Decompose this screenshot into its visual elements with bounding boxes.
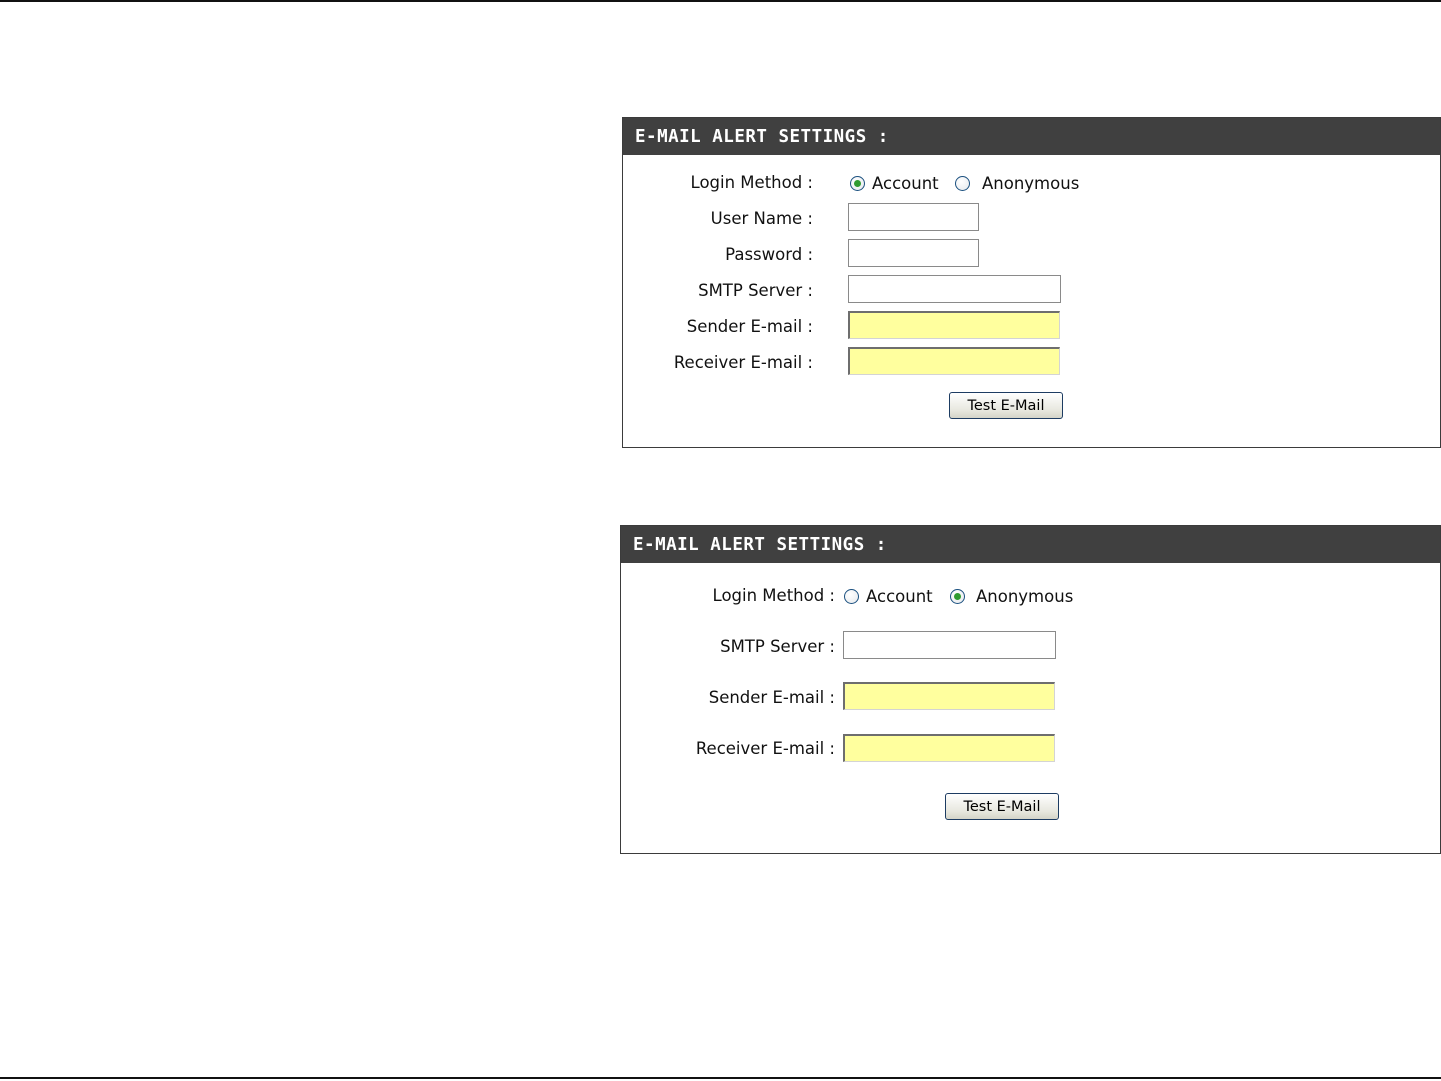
user-name-label: User Name : (710, 209, 813, 228)
login-method-label: Login Method : (690, 173, 813, 192)
smtp-server-input[interactable] (848, 275, 1061, 303)
sender-email-label: Sender E-mail : (686, 317, 813, 336)
login-method-label: Login Method : (712, 586, 835, 605)
top-rule (0, 0, 1441, 2)
password-input[interactable] (848, 239, 979, 267)
panel-title: E-MAIL ALERT SETTINGS : (621, 526, 1440, 563)
sender-email-input[interactable] (843, 682, 1055, 710)
smtp-server-label: SMTP Server : (698, 281, 813, 300)
sender-email-input[interactable] (848, 311, 1060, 339)
email-alert-settings-panel-anonymous: E-MAIL ALERT SETTINGS : Login Method : A… (620, 525, 1441, 854)
panel-title: E-MAIL ALERT SETTINGS : (623, 118, 1440, 155)
receiver-email-label: Receiver E-mail : (673, 353, 813, 372)
receiver-email-input[interactable] (848, 347, 1060, 375)
radio-account[interactable] (850, 176, 865, 191)
radio-anonymous[interactable] (950, 589, 965, 604)
email-alert-settings-panel-account: E-MAIL ALERT SETTINGS : Login Method : A… (622, 117, 1441, 448)
test-email-button[interactable]: Test E-Mail (949, 392, 1063, 419)
radio-selected-dot (854, 180, 861, 187)
radio-account[interactable] (844, 589, 859, 604)
smtp-server-input[interactable] (843, 631, 1056, 659)
smtp-server-label: SMTP Server : (720, 637, 835, 656)
radio-account-label[interactable]: Account (872, 174, 939, 194)
bottom-rule (0, 1077, 1441, 1079)
test-email-button[interactable]: Test E-Mail (945, 793, 1059, 820)
receiver-email-input[interactable] (843, 734, 1055, 762)
radio-account-label[interactable]: Account (866, 587, 933, 607)
receiver-email-label: Receiver E-mail : (695, 739, 835, 758)
radio-anonymous-label[interactable]: Anonymous (982, 174, 1079, 194)
radio-selected-dot (954, 593, 961, 600)
sender-email-label: Sender E-mail : (708, 688, 835, 707)
password-label: Password : (725, 245, 813, 264)
radio-anonymous-label[interactable]: Anonymous (976, 587, 1073, 607)
user-name-input[interactable] (848, 203, 979, 231)
radio-anonymous[interactable] (955, 176, 970, 191)
